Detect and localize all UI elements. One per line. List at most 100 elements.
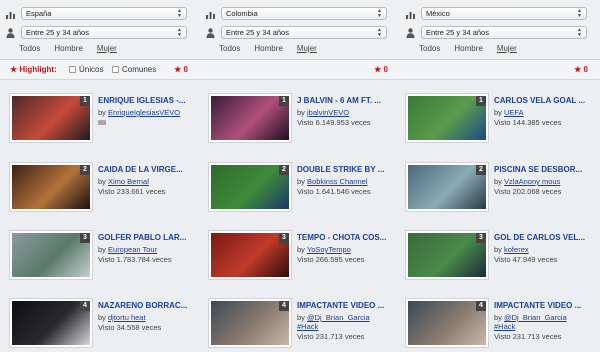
channel-link[interactable]: UEFA (504, 108, 524, 117)
gender-tabs: Todos Hombre Mujer (219, 44, 331, 53)
gender-tabs: Todos Hombre Mujer (419, 44, 531, 53)
tab-todos[interactable]: Todos (419, 44, 440, 53)
video-card[interactable]: 3 GOL DE CARLOS VEL... by koferex Visto 47.… (396, 231, 596, 299)
rank-badge: 1 (476, 96, 486, 106)
channel-link[interactable]: koferex (504, 245, 529, 254)
highlight-column: ★ 0 (200, 60, 400, 80)
highlight-bar: ★ Highlight: Únicos Comunes ★ 0 ★ 0 ★ 0 (0, 60, 600, 80)
video-title[interactable]: NAZARENO BORRAC... (98, 301, 198, 310)
tab-todos[interactable]: Todos (219, 44, 240, 53)
sort-arrows-icon: ▲ ▼ (577, 27, 582, 38)
comunes-label: Comunes (122, 65, 157, 74)
video-title[interactable]: TEMPO - CHOTA COS... (297, 233, 397, 242)
video-card[interactable]: 1 J BALVIN - 6 AM FT. ... by jbalvinVEVO Vi… (199, 94, 399, 162)
channel-link[interactable]: djtortu heat (108, 313, 146, 322)
video-title[interactable]: DOUBLE STRIKE BY ... (297, 165, 397, 174)
by-label: by (297, 245, 305, 254)
hashtag-link[interactable]: #Hack (494, 322, 594, 331)
country-select[interactable]: Colombia ▲ ▼ (221, 7, 387, 20)
country-select[interactable]: España ▲ ▼ (21, 7, 187, 20)
comunes-checkbox[interactable] (112, 66, 119, 73)
tab-hombre[interactable]: Hombre (454, 44, 482, 53)
bar-chart-icon (406, 9, 415, 19)
by-label: by (297, 313, 305, 322)
video-title[interactable]: CARLOS VELA GOAL ... (494, 96, 594, 105)
video-thumbnail[interactable]: 4 (406, 299, 488, 347)
age-select[interactable]: Entre 25 y 34 años ▲ ▼ (421, 26, 587, 39)
video-grid: 1 ENRIQUE IGLESIAS -... by EnriqueIglesias… (0, 80, 600, 352)
video-title[interactable]: IMPACTANTE VIDEO ... (494, 301, 594, 310)
gender-tabs: Todos Hombre Mujer (19, 44, 131, 53)
view-count: Visto 34.558 veces (98, 323, 162, 332)
video-title[interactable]: GOLFER PABLO LAR... (98, 233, 198, 242)
rank-badge: 4 (80, 301, 90, 311)
tab-mujer[interactable]: Mujer (97, 44, 117, 53)
video-card[interactable]: 3 TEMPO - CHOTA COS... by YoSoyTempo Visto … (199, 231, 399, 299)
video-title[interactable]: CAIDA DE LA VIRGE... (98, 165, 198, 174)
hashtag-link[interactable]: #Hack (297, 322, 397, 331)
view-count: Visto 6.149.953 veces (297, 118, 371, 127)
video-card[interactable]: 1 CARLOS VELA GOAL ... by UEFA Visto 144.38… (396, 94, 596, 162)
video-thumbnail[interactable]: 2 (10, 163, 92, 211)
video-title[interactable]: ENRIQUE IGLESIAS -... (98, 96, 198, 105)
tab-todos[interactable]: Todos (19, 44, 40, 53)
view-count: Visto 1.783.784 veces (98, 255, 172, 264)
video-title[interactable]: PISCINA SE DESBOR... (494, 165, 594, 174)
age-select[interactable]: Entre 25 y 34 años ▲ ▼ (221, 26, 387, 39)
rank-badge: 3 (80, 233, 90, 243)
by-label: by (297, 177, 305, 186)
video-card[interactable]: 4 NAZARENO BORRAC... by djtortu heat Visto … (0, 299, 200, 352)
video-thumbnail[interactable]: 2 (406, 163, 488, 211)
video-thumbnail[interactable]: 4 (209, 299, 291, 347)
channel-link[interactable]: YoSoyTempo (307, 245, 351, 254)
video-thumbnail[interactable]: 1 (406, 94, 488, 142)
video-card[interactable]: 2 PISCINA SE DESBOR... by VzlaAnony mous Vi… (396, 163, 596, 231)
video-thumbnail[interactable]: 1 (10, 94, 92, 142)
bar-chart-icon (206, 9, 215, 19)
tab-hombre[interactable]: Hombre (54, 44, 82, 53)
video-title[interactable]: J BALVIN - 6 AM FT. ... (297, 96, 397, 105)
country-value: España (26, 9, 52, 18)
tab-mujer[interactable]: Mujer (297, 44, 317, 53)
by-label: by (494, 245, 502, 254)
video-card[interactable]: 4 IMPACTANTE VIDEO ... by @Dj_Brian_Garcia… (396, 299, 596, 352)
channel-link[interactable]: @Dj_Brian_Garcia (307, 313, 370, 322)
rank-badge: 2 (476, 165, 486, 175)
unicos-checkbox[interactable] (69, 66, 76, 73)
tab-mujer[interactable]: Mujer (497, 44, 517, 53)
channel-link[interactable]: Bobkinss Channel (307, 177, 367, 186)
rank-badge: 1 (279, 96, 289, 106)
channel-link[interactable]: EnriqueIglesiasVEVO (108, 108, 180, 117)
channel-link[interactable]: Ximo Bernal (108, 177, 149, 186)
channel-link[interactable]: @Dj_Brian_Garcia (504, 313, 567, 322)
channel-link[interactable]: jbalvinVEVO (307, 108, 349, 117)
video-thumbnail[interactable]: 3 (406, 231, 488, 279)
video-thumbnail[interactable]: 1 (209, 94, 291, 142)
video-card[interactable]: 1 ENRIQUE IGLESIAS -... by EnriqueIglesias… (0, 94, 200, 162)
view-count: Visto 144.385 veces (494, 118, 562, 127)
channel-link[interactable]: European Tour (108, 245, 157, 254)
country-value: México (426, 9, 450, 18)
video-card[interactable]: 3 GOLFER PABLO LAR... by European Tour Vist… (0, 231, 200, 299)
highlight-count: ★ 0 (574, 65, 588, 74)
video-card[interactable]: 2 CAIDA DE LA VIRGE... by Ximo Bernal Visto… (0, 163, 200, 231)
video-thumbnail[interactable]: 4 (10, 299, 92, 347)
rank-badge: 1 (80, 96, 90, 106)
video-thumbnail[interactable]: 3 (10, 231, 92, 279)
age-value: Entre 25 y 34 años (226, 28, 289, 37)
country-select[interactable]: México ▲ ▼ (421, 7, 587, 20)
video-card[interactable]: 2 DOUBLE STRIKE BY ... by Bobkinss Channel… (199, 163, 399, 231)
video-thumbnail[interactable]: 3 (209, 231, 291, 279)
sort-arrows-icon: ▲ ▼ (177, 8, 182, 19)
video-thumbnail[interactable]: 2 (209, 163, 291, 211)
video-title[interactable]: IMPACTANTE VIDEO ... (297, 301, 397, 310)
star-icon: ★ (374, 65, 382, 74)
highlight-count: ★ 0 (374, 65, 388, 74)
video-title[interactable]: GOL DE CARLOS VEL... (494, 233, 594, 242)
rank-badge: 4 (279, 301, 289, 311)
age-select[interactable]: Entre 25 y 34 años ▲ ▼ (21, 26, 187, 39)
video-card[interactable]: 4 IMPACTANTE VIDEO ... by @Dj_Brian_Garcia… (199, 299, 399, 352)
tab-hombre[interactable]: Hombre (254, 44, 282, 53)
channel-link[interactable]: VzlaAnony mous (504, 177, 560, 186)
sort-arrows-icon: ▲ ▼ (177, 27, 182, 38)
